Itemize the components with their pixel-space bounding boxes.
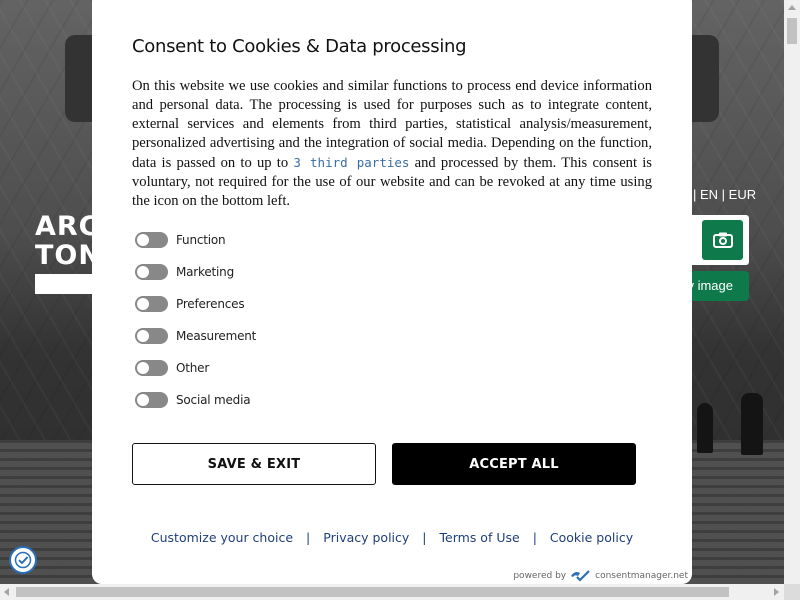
toggle-knob: [137, 298, 149, 310]
camera-icon: [712, 232, 733, 248]
save-and-exit-button[interactable]: SAVE & EXIT: [132, 443, 376, 485]
toggle-switch[interactable]: [135, 360, 168, 376]
toggle-label: Measurement: [176, 329, 257, 343]
toggle-label: Other: [176, 361, 210, 375]
consent-shield-icon: [14, 551, 32, 569]
vertical-scrollbar-thumb[interactable]: [787, 18, 797, 44]
powered-by-label: powered by: [513, 571, 567, 581]
cookie-policy-link[interactable]: Cookie policy: [550, 530, 633, 545]
toggle-label: Marketing: [176, 265, 235, 279]
consentmanager-logo-icon: [571, 570, 590, 582]
vertical-scrollbar[interactable]: [784, 0, 800, 584]
consent-dialog: Consent to Cookies & Data processing On …: [92, 0, 692, 584]
consent-footer-links: Customize your choice | Privacy policy |…: [132, 530, 652, 545]
toggle-switch[interactable]: [135, 328, 168, 344]
horizontal-scrollbar-thumb[interactable]: [16, 587, 729, 597]
toggle-knob: [137, 330, 149, 342]
language-currency-switch[interactable]: | EN | EUR: [693, 187, 756, 202]
consent-toggle-other[interactable]: Other: [135, 352, 256, 384]
scroll-left-icon[interactable]: [4, 588, 9, 596]
toggle-switch[interactable]: [135, 232, 168, 248]
toggle-label: Preferences: [176, 297, 245, 311]
toggle-label: Function: [176, 233, 226, 247]
link-separator: |: [306, 530, 311, 545]
toggle-knob: [137, 362, 149, 374]
toggle-switch[interactable]: [135, 296, 168, 312]
consent-settings-button[interactable]: [9, 546, 37, 574]
toggle-knob: [137, 234, 149, 246]
horizontal-scrollbar[interactable]: [0, 584, 784, 600]
toggle-switch[interactable]: [135, 264, 168, 280]
scroll-up-icon[interactable]: [788, 5, 796, 10]
consent-toggle-function[interactable]: Function: [135, 224, 256, 256]
consent-dialog-title: Consent to Cookies & Data processing: [132, 36, 467, 57]
image-search-button[interactable]: [702, 220, 743, 260]
link-separator: |: [532, 530, 537, 545]
accept-all-button[interactable]: ACCEPT ALL: [392, 443, 636, 485]
consent-toggle-social-media[interactable]: Social media: [135, 384, 256, 416]
consent-toggle-preferences[interactable]: Preferences: [135, 288, 256, 320]
scrollbar-corner: [784, 584, 800, 600]
scroll-right-icon[interactable]: [774, 588, 779, 596]
toggle-switch[interactable]: [135, 392, 168, 408]
customize-choice-link[interactable]: Customize your choice: [151, 530, 293, 545]
consent-toggle-measurement[interactable]: Measurement: [135, 320, 256, 352]
consent-toggle-marketing[interactable]: Marketing: [135, 256, 256, 288]
consent-description: On this website we use cookies and simil…: [132, 77, 652, 211]
consent-purpose-list: Function Marketing Preferences Measureme…: [135, 224, 256, 416]
third-parties-link[interactable]: 3 third parties: [293, 155, 409, 170]
terms-of-use-link[interactable]: Terms of Use: [440, 530, 520, 545]
privacy-policy-link[interactable]: Privacy policy: [323, 530, 409, 545]
toggle-label: Social media: [176, 393, 251, 407]
toggle-knob: [137, 394, 149, 406]
powered-by-credit[interactable]: powered by consentmanager.net: [513, 570, 688, 582]
provider-name: consentmanager.net: [595, 571, 688, 581]
link-separator: |: [422, 530, 427, 545]
toggle-knob: [137, 266, 149, 278]
